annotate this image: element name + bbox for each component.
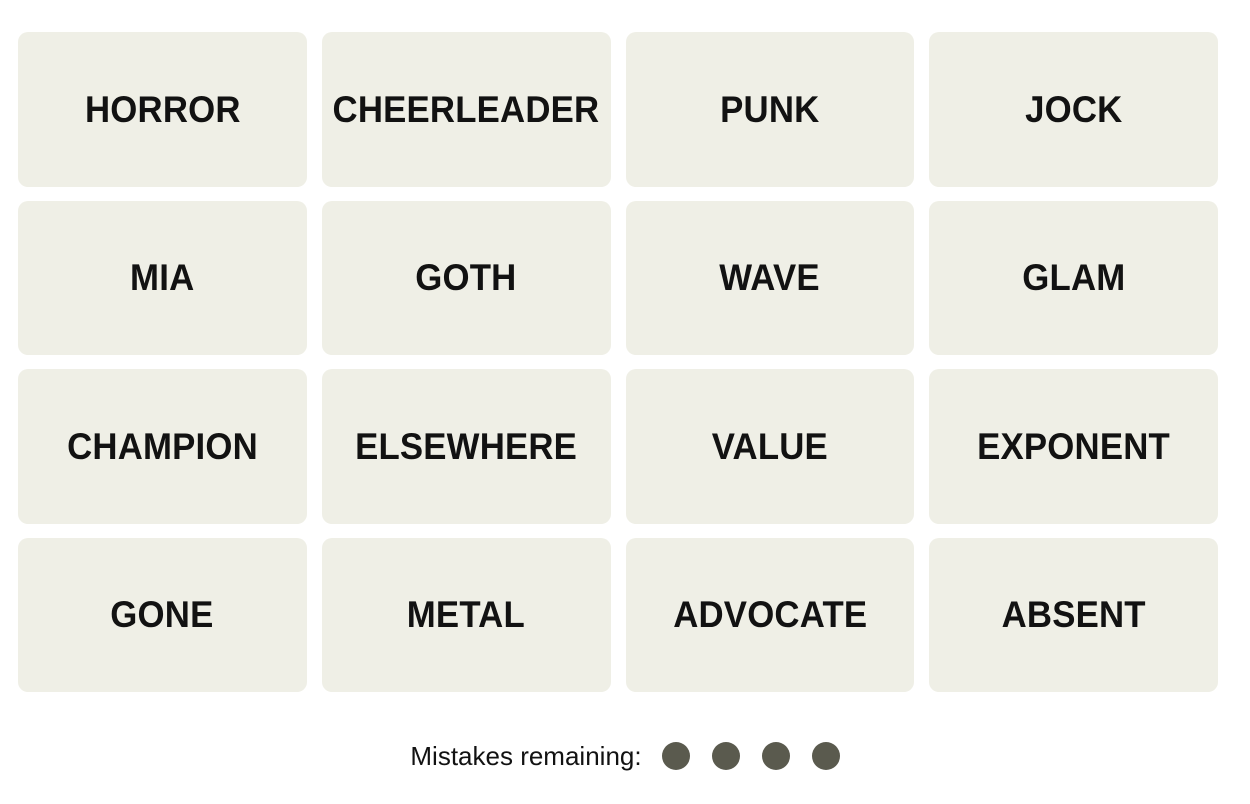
mistake-dot-icon	[711, 742, 740, 770]
word-tile[interactable]: HORROR	[18, 32, 307, 187]
word-tile-label: CHAMPION	[66, 425, 258, 467]
word-tile[interactable]: ELSEWHERE	[321, 369, 611, 524]
mistake-dot-icon	[661, 742, 690, 770]
word-tile-label: EXPONENT	[977, 425, 1171, 467]
mistakes-remaining-label: Mistakes remaining:	[410, 741, 642, 771]
word-tile[interactable]: ADVOCATE	[625, 537, 915, 692]
word-tile[interactable]: PUNK	[625, 32, 915, 187]
word-tile-label: JOCK	[1024, 88, 1123, 130]
word-tile-label: CHEERLEADER	[332, 88, 600, 130]
word-grid: HORROR CHEERLEADER PUNK JOCK MIA GOTH WA…	[18, 32, 1218, 692]
word-tile-label: ABSENT	[1001, 594, 1146, 636]
word-tile-label: METAL	[407, 594, 526, 636]
mistakes-remaining-row: Mistakes remaining:	[0, 736, 1250, 776]
word-tile-label: VALUE	[711, 425, 828, 467]
word-tile[interactable]: EXPONENT	[929, 369, 1218, 524]
word-tile-label: PUNK	[720, 88, 820, 130]
word-tile[interactable]: GOTH	[321, 200, 611, 355]
word-tile[interactable]: GONE	[18, 537, 307, 692]
mistake-dot-icon	[811, 742, 840, 770]
word-tile[interactable]: GLAM	[929, 200, 1218, 355]
word-tile[interactable]: WAVE	[625, 200, 915, 355]
word-tile-label: MIA	[130, 257, 195, 299]
mistake-dot-icon	[761, 742, 790, 770]
word-tile-label: HORROR	[84, 88, 241, 130]
word-tile-label: GONE	[110, 594, 214, 636]
word-tile-label: ELSEWHERE	[355, 425, 578, 467]
word-tile[interactable]: CHAMPION	[18, 369, 307, 524]
word-tile-label: WAVE	[719, 257, 821, 299]
word-tile[interactable]: VALUE	[625, 369, 915, 524]
word-tile[interactable]: METAL	[321, 537, 611, 692]
word-tile[interactable]: JOCK	[929, 32, 1218, 187]
word-tile[interactable]: CHEERLEADER	[321, 32, 611, 187]
mistakes-remaining-dots	[661, 742, 840, 770]
word-tile-label: ADVOCATE	[672, 594, 867, 636]
connections-game-board: HORROR CHEERLEADER PUNK JOCK MIA GOTH WA…	[0, 0, 1250, 804]
word-tile[interactable]: ABSENT	[929, 537, 1218, 692]
word-tile-label: GLAM	[1022, 257, 1126, 299]
word-tile[interactable]: MIA	[18, 200, 307, 355]
word-tile-label: GOTH	[415, 257, 517, 299]
